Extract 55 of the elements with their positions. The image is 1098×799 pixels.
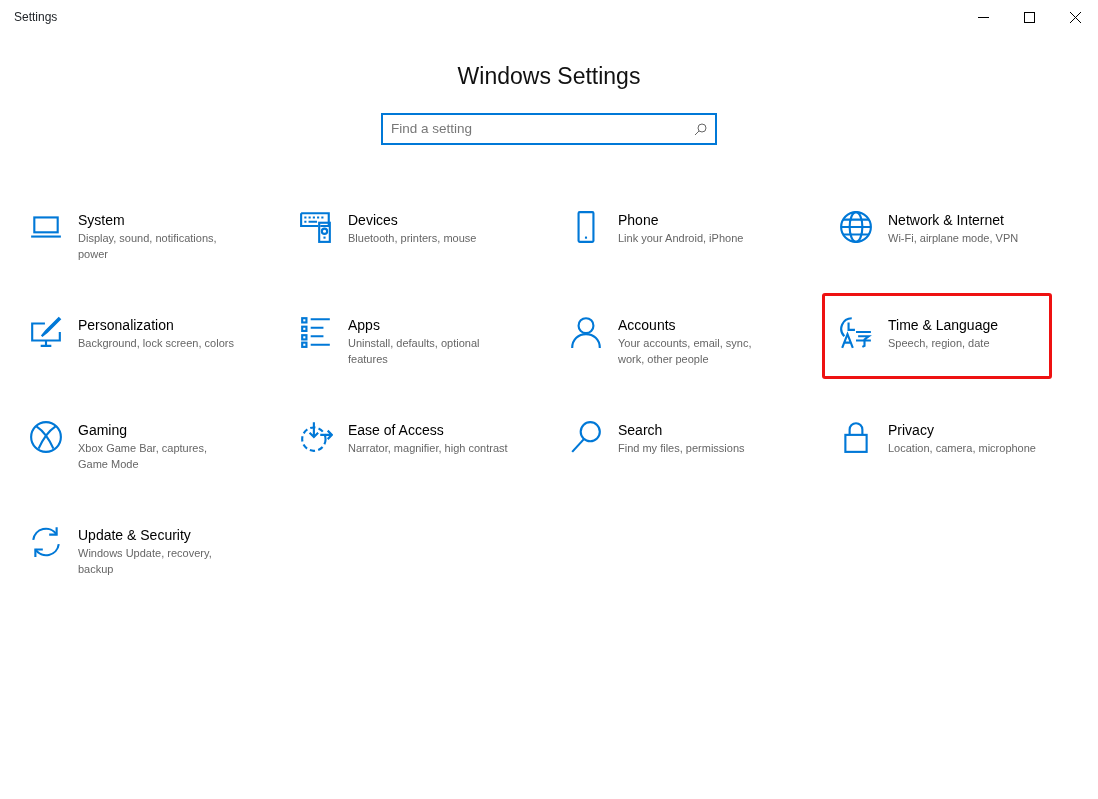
xbox-circle-icon	[29, 419, 63, 454]
page-heading: Windows Settings	[457, 62, 641, 91]
maximize-icon	[1023, 11, 1035, 23]
category-description: Link your Android, iPhone	[618, 230, 744, 246]
settings-category-tile[interactable]: Time & Language Speech, region, date	[822, 292, 1052, 379]
category-title: Gaming	[78, 420, 129, 440]
category-title: Phone	[618, 210, 660, 230]
category-title: Privacy	[888, 420, 935, 440]
category-description: Windows Update, recovery, backup	[78, 545, 213, 577]
person-icon	[569, 314, 603, 349]
category-description: Find my files, permissions	[618, 440, 745, 456]
settings-category-tile[interactable]: Apps Uninstall, defaults, optional features	[282, 292, 512, 379]
category-title: Search	[618, 420, 664, 440]
category-title: Update & Security	[78, 525, 192, 545]
settings-category-tile[interactable]: Update & Security Windows Update, recovery, backup	[12, 502, 242, 589]
close-icon	[1069, 11, 1081, 23]
category-description: Uninstall, defaults, optional features	[348, 335, 481, 367]
sync-arrows-icon	[29, 524, 63, 559]
category-title: Network & Internet	[888, 210, 1005, 230]
settings-category-tile[interactable]: Devices Bluetooth, printers, mouse	[282, 187, 512, 274]
category-description: Xbox Game Bar, captures, Game Mode	[78, 440, 208, 472]
search-icon	[569, 419, 603, 454]
settings-category-tile[interactable]: Ease of Access Narrator, magnifier, high contrast	[282, 397, 512, 484]
settings-category-tile[interactable]: Accounts Your accounts, email, sync, work, other people	[552, 292, 782, 379]
settings-category-tile[interactable]: Personalization Background, lock screen, colors	[12, 292, 242, 379]
search-icon	[694, 122, 707, 136]
settings-category-tile[interactable]: Network & Internet Wi-Fi, airplane mode, VPN	[822, 187, 1052, 274]
monitor-brush-icon	[29, 314, 63, 349]
globe-icon	[839, 209, 873, 244]
settings-category-tile[interactable]: Phone Link your Android, iPhone	[552, 187, 782, 274]
settings-category-tile[interactable]: Gaming Xbox Game Bar, captures, Game Mode	[12, 397, 242, 484]
category-title: Apps	[348, 315, 381, 335]
keyboard-speaker-icon	[299, 209, 333, 244]
category-description: Display, sound, notifications, power	[78, 230, 218, 262]
category-description: Location, camera, microphone	[888, 440, 1036, 456]
category-description: Speech, region, date	[888, 335, 991, 351]
window-title: Settings	[13, 9, 58, 26]
category-title: Personalization	[78, 315, 175, 335]
category-title: Time & Language	[888, 315, 998, 335]
category-title: Devices	[348, 210, 399, 230]
list-icon	[299, 314, 333, 349]
category-title: Accounts	[618, 315, 677, 335]
category-description: Background, lock screen, colors	[78, 335, 234, 351]
category-title: System	[78, 210, 126, 230]
settings-category-tile[interactable]: Search Find my files, permissions	[552, 397, 782, 484]
category-description: Wi-Fi, airplane mode, VPN	[888, 230, 1019, 246]
clock-letters-icon	[839, 314, 873, 349]
search-field[interactable]: Find a setting	[381, 112, 717, 145]
settings-category-tile[interactable]: Privacy Location, camera, microphone	[822, 397, 1052, 484]
dashed-circle-arrow-icon	[299, 419, 333, 454]
settings-category-tile[interactable]: System Display, sound, notifications, power	[12, 187, 242, 274]
category-description: Narrator, magnifier, high contrast	[348, 440, 508, 456]
category-description: Your accounts, email, sync, work, other people	[618, 335, 753, 367]
category-description: Bluetooth, printers, mouse	[348, 230, 477, 246]
category-title: Ease of Access	[348, 420, 445, 440]
